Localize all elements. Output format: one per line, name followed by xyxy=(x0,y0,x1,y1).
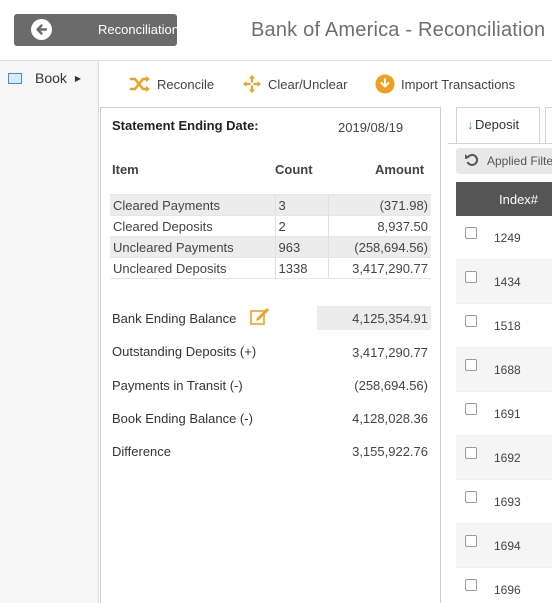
index-cell: 1696 xyxy=(494,583,521,597)
count-cell: 2 xyxy=(275,215,329,237)
sidebar: Book ▶ xyxy=(0,61,99,603)
undo-icon xyxy=(465,153,479,166)
table-row: Cleared Payments 3 (371.98) xyxy=(110,194,431,216)
index-cell: 1694 xyxy=(494,539,521,553)
row-checkbox[interactable] xyxy=(465,403,477,415)
item-cell: Uncleared Payments xyxy=(110,236,276,258)
count-cell: 1338 xyxy=(275,257,329,279)
back-button-label: Reconciliation xyxy=(98,22,179,37)
tab-deposit-label: Deposit xyxy=(475,117,520,132)
difference-value: 3,155,922.76 xyxy=(352,444,428,459)
outstanding-deposits-value: 3,417,290.77 xyxy=(352,345,428,360)
table-row[interactable]: 1696 xyxy=(456,568,552,603)
index-cell: 1691 xyxy=(494,407,521,421)
index-cell: 1434 xyxy=(494,275,521,289)
tab-divider xyxy=(448,143,552,144)
row-checkbox[interactable] xyxy=(465,491,477,503)
tab-deposit[interactable]: ↓ Deposit xyxy=(456,107,540,143)
tab-next[interactable] xyxy=(545,107,552,143)
back-arrow-icon xyxy=(31,19,52,40)
sort-down-icon: ↓ xyxy=(467,117,474,132)
statement-ending-date-value[interactable]: 2019/08/19 xyxy=(338,120,403,135)
bank-ending-balance-label: Bank Ending Balance xyxy=(112,311,236,326)
table-row[interactable]: 1692 xyxy=(456,436,552,480)
toolbar: Reconcile Clear/Unclear Import Transacti… xyxy=(100,61,552,105)
index-cell: 1249 xyxy=(494,231,521,245)
item-cell: Uncleared Deposits xyxy=(110,257,276,279)
index-cell: 1518 xyxy=(494,319,521,333)
amount-cell: 3,417,290.77 xyxy=(328,257,431,279)
index-cell: 1692 xyxy=(494,451,521,465)
row-checkbox[interactable] xyxy=(465,315,477,327)
reconcile-label: Reconcile xyxy=(157,76,215,92)
payments-in-transit-value: (258,694.56) xyxy=(354,378,428,393)
item-cell: Cleared Payments xyxy=(110,194,276,216)
row-checkbox[interactable] xyxy=(465,271,477,283)
table-row[interactable]: 1693 xyxy=(456,480,552,524)
shuffle-icon xyxy=(130,76,150,92)
column-header-amount: Amount xyxy=(375,162,425,177)
calendar-icon xyxy=(8,72,22,84)
count-cell: 3 xyxy=(275,194,329,216)
bank-ending-balance-text: Bank Ending Balance xyxy=(112,311,237,326)
amount-cell: (258,694.56) xyxy=(328,236,431,258)
table-row[interactable]: 1694 xyxy=(456,524,552,568)
amount-cell: (371.98) xyxy=(328,194,431,216)
statement-ending-date-label: Statement Ending Date: xyxy=(112,118,259,133)
top-header: Reconciliation Bank of America - Reconci… xyxy=(0,0,552,60)
clear-unclear-label: Clear/Unclear xyxy=(268,76,348,92)
row-checkbox[interactable] xyxy=(465,447,477,459)
grid-header: Index# xyxy=(456,182,552,216)
amount-cell: 8,937.50 xyxy=(328,215,431,237)
row-checkbox[interactable] xyxy=(465,579,477,591)
table-row[interactable]: 1434 xyxy=(456,260,552,304)
bank-ending-balance-value: 4,125,354.91 xyxy=(352,311,428,326)
app-root: Reconciliation Bank of America - Reconci… xyxy=(0,0,552,603)
outstanding-deposits-label: Outstanding Deposits (+) xyxy=(112,344,257,359)
table-row[interactable]: 1518 xyxy=(456,304,552,348)
table-row: Uncleared Deposits 1338 3,417,290.77 xyxy=(110,257,431,279)
page-title: Bank of America - Reconciliation > xyxy=(251,19,552,41)
move-arrows-icon xyxy=(243,75,261,93)
payments-in-transit-label: Payments in Transit (-) xyxy=(112,378,243,393)
column-header-index[interactable]: Index# xyxy=(499,192,538,207)
book-ending-balance-value: 4,128,028.36 xyxy=(352,411,428,426)
edit-icon[interactable] xyxy=(250,307,270,325)
book-ending-balance-label: Book Ending Balance (-) xyxy=(112,411,253,426)
table-row: Cleared Deposits 2 8,937.50 xyxy=(110,215,431,237)
row-checkbox[interactable] xyxy=(465,535,477,547)
table-row[interactable]: 1691 xyxy=(456,392,552,436)
column-header-count: Count xyxy=(275,162,313,177)
clear-unclear-button[interactable]: Clear/Unclear xyxy=(242,73,347,95)
caret-right-icon: ▶ xyxy=(74,73,82,83)
import-transactions-label: Import Transactions xyxy=(401,76,516,92)
count-cell: 963 xyxy=(275,236,329,258)
row-checkbox[interactable] xyxy=(465,227,477,239)
row-checkbox[interactable] xyxy=(465,359,477,371)
applied-filters-label: Applied Filte xyxy=(487,154,552,168)
column-header-item: Item xyxy=(112,162,139,177)
table-row: Uncleared Payments 963 (258,694.56) xyxy=(110,236,431,258)
transactions-panel: ↓ Deposit Applied Filte Index# 1249 1434… xyxy=(448,107,552,603)
reconcile-button[interactable]: Reconcile xyxy=(129,73,214,95)
table-row[interactable]: 1249 xyxy=(456,216,552,260)
table-row[interactable]: 1688 xyxy=(456,348,552,392)
difference-label: Difference xyxy=(112,444,172,459)
sidebar-item-book[interactable]: Book ▶ xyxy=(8,69,81,87)
index-cell: 1693 xyxy=(494,495,521,509)
import-transactions-button[interactable]: Import Transactions xyxy=(375,73,515,95)
item-cell: Cleared Deposits xyxy=(110,215,276,237)
back-button[interactable]: Reconciliation xyxy=(14,14,179,46)
reconciliation-summary-panel: Statement Ending Date: 2019/08/19 Item C… xyxy=(100,107,441,603)
summary-table: Cleared Payments 3 (371.98) Cleared Depo… xyxy=(110,194,431,279)
download-circle-icon xyxy=(375,74,395,94)
applied-filters-button[interactable]: Applied Filte xyxy=(456,148,552,174)
sidebar-item-label: Book xyxy=(35,70,67,86)
index-cell: 1688 xyxy=(494,363,521,377)
